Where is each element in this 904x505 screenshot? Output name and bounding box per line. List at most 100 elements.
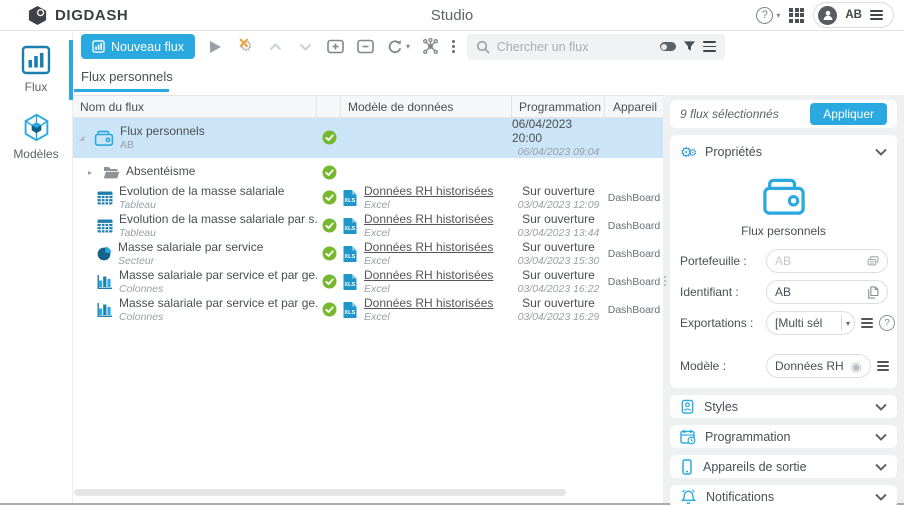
menu-icon (870, 10, 883, 21)
status-ok-icon (322, 218, 337, 233)
refresh-menu[interactable]: ▾ (387, 39, 410, 55)
flux-table: Nom du flux Modèle de données Programmat… (73, 95, 663, 503)
table-row[interactable]: Masse salariale par service Secteur XLS … (73, 240, 663, 268)
search-input[interactable] (497, 40, 653, 54)
horizontal-scrollbar[interactable] (74, 489, 566, 496)
modele-select[interactable]: Données RH h ◉ (766, 354, 871, 378)
move-up-icon[interactable] (267, 38, 285, 56)
column-header-programmation[interactable]: Programmation (512, 96, 605, 117)
modele-list-icon[interactable] (877, 361, 889, 371)
column-header-status[interactable] (317, 96, 341, 117)
column-header-name[interactable]: Nom du flux (73, 96, 317, 117)
row-schedule: Sur ouverture (522, 297, 595, 311)
section-appareils[interactable]: Appareils de sortie (670, 455, 897, 478)
portefeuille-field[interactable] (775, 254, 863, 268)
row-schedule: 06/04/2023 20:00 (512, 118, 605, 146)
tab-flux-personnels[interactable]: Flux personnels (74, 62, 183, 95)
status-ok-icon (322, 130, 337, 145)
properties-header[interactable]: ⚙⚙ Propriétés (680, 140, 887, 163)
row-name: Masse salariale par service et par ge... (119, 269, 317, 283)
chevron-down-icon: ▾ (406, 42, 410, 51)
chevron-down-icon (875, 493, 887, 501)
column-header-model[interactable]: Modèle de données (341, 96, 512, 117)
status-ok-icon (322, 190, 337, 205)
sidebar-item-modeles[interactable]: Modèles (0, 106, 72, 173)
identifiant-field[interactable] (775, 285, 863, 299)
table-row[interactable]: Masse salariale par service et par ge...… (73, 268, 663, 296)
toggle-icon[interactable] (660, 42, 676, 51)
row-schedule-date: 03/04/2023 15:30 (518, 255, 600, 267)
exportations-select[interactable]: [Multi sél ▾ (766, 311, 855, 335)
section-styles[interactable]: Styles (670, 395, 897, 418)
table-row[interactable]: ▸ Absentéisme (73, 161, 663, 184)
table-row[interactable]: Masse salariale par service et par ge...… (73, 296, 663, 324)
svg-text:XLS: XLS (344, 310, 355, 316)
xls-file-icon: XLS (341, 245, 359, 263)
apply-button[interactable]: Appliquer (810, 103, 887, 125)
calendar-icon (680, 429, 696, 445)
row-subtitle: Secteur (118, 255, 263, 267)
section-label: Appareils de sortie (703, 460, 807, 474)
help-menu[interactable]: ? ▾ (756, 7, 780, 24)
exportations-label: Exportations : (680, 316, 766, 330)
status-ok-icon (322, 274, 337, 289)
copy-icon[interactable] (867, 285, 879, 300)
apps-grid-icon[interactable] (789, 8, 804, 23)
data-model-link[interactable]: Données RH historisées (364, 297, 493, 311)
flux-search (467, 34, 725, 60)
jobs-icon[interactable] (422, 38, 440, 56)
more-options-icon[interactable] (452, 40, 455, 53)
modele-value: Données RH h (775, 359, 847, 373)
xls-file-icon: XLS (341, 189, 359, 207)
topbar: DIGDASH Studio ? ▾ AB (0, 0, 904, 31)
chevron-down-icon (875, 403, 887, 411)
table-row[interactable]: Evolution de la masse salariale Tableau … (73, 184, 663, 212)
refresh-icon (387, 39, 403, 55)
sidebar: Flux Modèles (0, 31, 73, 503)
chevron-down-icon: ▾ (776, 11, 780, 20)
filter-icon[interactable] (683, 40, 696, 53)
selected-folder-label: Flux personnels (741, 224, 826, 238)
table-chart-icon (97, 219, 113, 233)
panel-resize-handle[interactable] (664, 276, 666, 286)
row-name: Masse salariale par service et par ge... (119, 297, 317, 311)
exportations-help-icon[interactable]: ? (879, 315, 895, 331)
new-flux-label: Nouveau flux (111, 40, 184, 54)
section-programmation[interactable]: Programmation (670, 425, 897, 448)
model-text: Données RH historisées Excel (364, 297, 493, 323)
svg-text:XLS: XLS (344, 254, 355, 260)
row-subtitle: Colonnes (119, 283, 317, 295)
row-name: Flux personnels (120, 125, 205, 139)
sidebar-item-flux[interactable]: Flux (0, 38, 72, 106)
exportations-list-icon[interactable] (861, 318, 873, 328)
new-flux-button[interactable]: Nouveau flux (81, 34, 195, 59)
column-header-appareil[interactable]: Appareil (605, 96, 663, 117)
move-down-icon[interactable] (297, 38, 315, 56)
expand-all-icon[interactable] (327, 38, 345, 56)
table-row[interactable]: ◢ Flux personnels AB 06/04/2023 20:00 (73, 118, 663, 158)
row-schedule: Sur ouverture (522, 213, 595, 227)
row-schedule: Sur ouverture (522, 241, 595, 255)
section-notifications[interactable]: Notifications (670, 485, 897, 505)
gears-icon: ⚙⚙ (680, 145, 698, 159)
data-model-link[interactable]: Données RH historisées (364, 269, 493, 283)
data-model-link[interactable]: Données RH historisées (364, 213, 493, 227)
table-row[interactable]: Evolution de la masse salariale par s...… (73, 212, 663, 240)
row-device: DashBoard (605, 276, 663, 288)
user-menu[interactable]: AB (813, 2, 894, 28)
bell-icon (680, 489, 697, 505)
play-icon[interactable] (207, 38, 225, 56)
phone-icon (680, 459, 694, 475)
data-model-link[interactable]: Données RH historisées (364, 185, 493, 199)
tab-bar: Flux personnels (74, 62, 663, 95)
row-schedule-date: 03/04/2023 16:22 (518, 283, 600, 295)
row-expander[interactable]: ◢ (79, 134, 88, 142)
list-options-icon[interactable] (703, 41, 716, 52)
collapse-all-icon[interactable] (357, 38, 375, 56)
row-expander[interactable]: ▸ (88, 168, 97, 177)
refresh-disabled-icon[interactable]: ⚙✕ (237, 38, 255, 56)
data-model-link[interactable]: Données RH historisées (364, 241, 493, 255)
section-label: Styles (704, 400, 738, 414)
portfolio-cards-icon[interactable] (867, 254, 879, 268)
bar-columns-icon (97, 302, 113, 317)
